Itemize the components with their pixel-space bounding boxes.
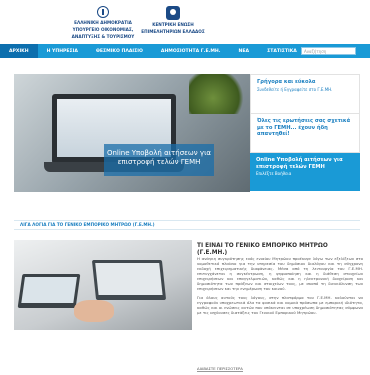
ministry-line-3: ΑΝΑΠΤΥΞΗΣ & ΤΟΥΡΙΣΜΟΥ bbox=[71, 34, 135, 39]
laptop-illustration-left bbox=[17, 274, 81, 308]
article-title: ΤΙ ΕΙΝΑΙ ΤΟ ΓΕΝΙΚΟ ΕΜΠΟΡΙΚΟ ΜΗΤΡΩΟ (Γ.Ε.… bbox=[197, 243, 328, 256]
site-header: ΕΛΛΗΝΙΚΗ ΔΗΜΟΚΡΑΤΙΑ ΥΠΟΥΡΓΕΙΟ ΟΙΚΟΝΟΜΙΑΣ… bbox=[0, 0, 370, 44]
hero-caption: Online Υποβολή αιτήσεων για επιστροφή τε… bbox=[104, 144, 214, 176]
panel-login-subtitle: Συνδεθείτε ή Εγγραφείτε στο Γ.Ε.ΜΗ. bbox=[257, 86, 333, 92]
panel-faq-title: Όλες τις ερωτήσεις σας σχετικά με το ΓΕΜ… bbox=[257, 118, 351, 137]
union-logo[interactable]: ΚΕΝΤΡΙΚΗ ΕΝΩΣΗ ΕΠΙΜΕΛΗΤΗΡΙΩΝ ΕΛΛΑΔΟΣ bbox=[128, 6, 218, 34]
plant-decoration bbox=[189, 74, 249, 114]
read-more-link[interactable]: ΔΙΑΒΑΣΤΕ ΠΕΡΙΣΣΟΤΕΡΑ bbox=[197, 366, 243, 372]
nav-publicity[interactable]: ΔΗΜΟΣΙΟΤΗΤΑ Γ.Ε.ΜΗ. bbox=[152, 44, 230, 58]
article-paragraph: Για όλους αυτούς τους λόγους, στην πλατφ… bbox=[197, 295, 363, 315]
section-label: ΛΙΓΑ ΛΟΓΙΑ ΓΙΑ ΤΟ ΓΕΝΙΚΟ ΕΜΠΟΡΙΚΟ ΜΗΤΡΩΟ… bbox=[20, 222, 155, 227]
panel-refund-subtitle: Επιλέξτε Βοήθεια bbox=[256, 171, 292, 176]
nav-home[interactable]: ΑΡΧΙΚΗ bbox=[0, 44, 38, 58]
panel-refund-title: Online Υποβολή αιτήσεων για επιστροφή τε… bbox=[256, 157, 343, 170]
chambers-emblem-icon bbox=[166, 6, 180, 20]
panel-refund[interactable]: Online Υποβολή αιτήσεων για επιστροφή τε… bbox=[250, 153, 360, 192]
ministry-line-1: ΕΛΛΗΝΙΚΗ ΔΗΜΟΚΡΑΤΙΑ bbox=[74, 20, 132, 25]
union-line-1: ΚΕΝΤΡΙΚΗ ΕΝΩΣΗ bbox=[152, 22, 194, 27]
nav-news[interactable]: ΝΕΑ bbox=[230, 44, 259, 58]
hero-banner: Online Υποβολή αιτήσεων για επιστροφή τε… bbox=[14, 74, 360, 192]
union-line-2: ΕΠΙΜΕΛΗΤΗΡΙΩΝ ΕΛΛΑΔΟΣ bbox=[141, 29, 205, 34]
hero-side-panels: Γρήγορα και εύκολα Συνδεθείτε ή Εγγραφεί… bbox=[250, 74, 360, 192]
nav-statistics[interactable]: ΣΤΑΤΙΣΤΙΚΑ bbox=[258, 44, 306, 58]
laptop-illustration-right bbox=[91, 260, 167, 300]
main-nav: ΑΡΧΙΚΗ Η ΥΠΗΡΕΣΙΑ ΘΕΣΜΙΚΟ ΠΛΑΙΣΙΟ ΔΗΜΟΣΙ… bbox=[0, 44, 370, 58]
article-image bbox=[14, 240, 192, 330]
nav-legal-framework[interactable]: ΘΕΣΜΙΚΟ ΠΛΑΙΣΙΟ bbox=[87, 44, 152, 58]
hero-image[interactable]: Online Υποβολή αιτήσεων για επιστροφή τε… bbox=[14, 74, 250, 192]
article-paragraph: Η ανάγκη συγκρότησης ενός ενιαίου Μητρώο… bbox=[197, 256, 363, 291]
panel-login[interactable]: Γρήγορα και εύκολα Συνδεθείτε ή Εγγραφεί… bbox=[250, 74, 360, 114]
greek-emblem-icon bbox=[97, 6, 109, 18]
hand-illustration bbox=[74, 300, 114, 322]
article-body: Η ανάγκη συγκρότησης ενός ενιαίου Μητρώο… bbox=[197, 256, 363, 319]
nav-service[interactable]: Η ΥΠΗΡΕΣΙΑ bbox=[38, 44, 87, 58]
ministry-line-2: ΥΠΟΥΡΓΕΙΟ ΟΙΚΟΝΟΜΙΑΣ, bbox=[72, 27, 134, 32]
panel-faq[interactable]: Όλες τις ερωτήσεις σας σχετικά με το ΓΕΜ… bbox=[250, 114, 360, 153]
panel-login-title: Γρήγορα και εύκολα bbox=[257, 79, 316, 85]
search-input[interactable]: Αναζήτηση bbox=[301, 47, 356, 55]
